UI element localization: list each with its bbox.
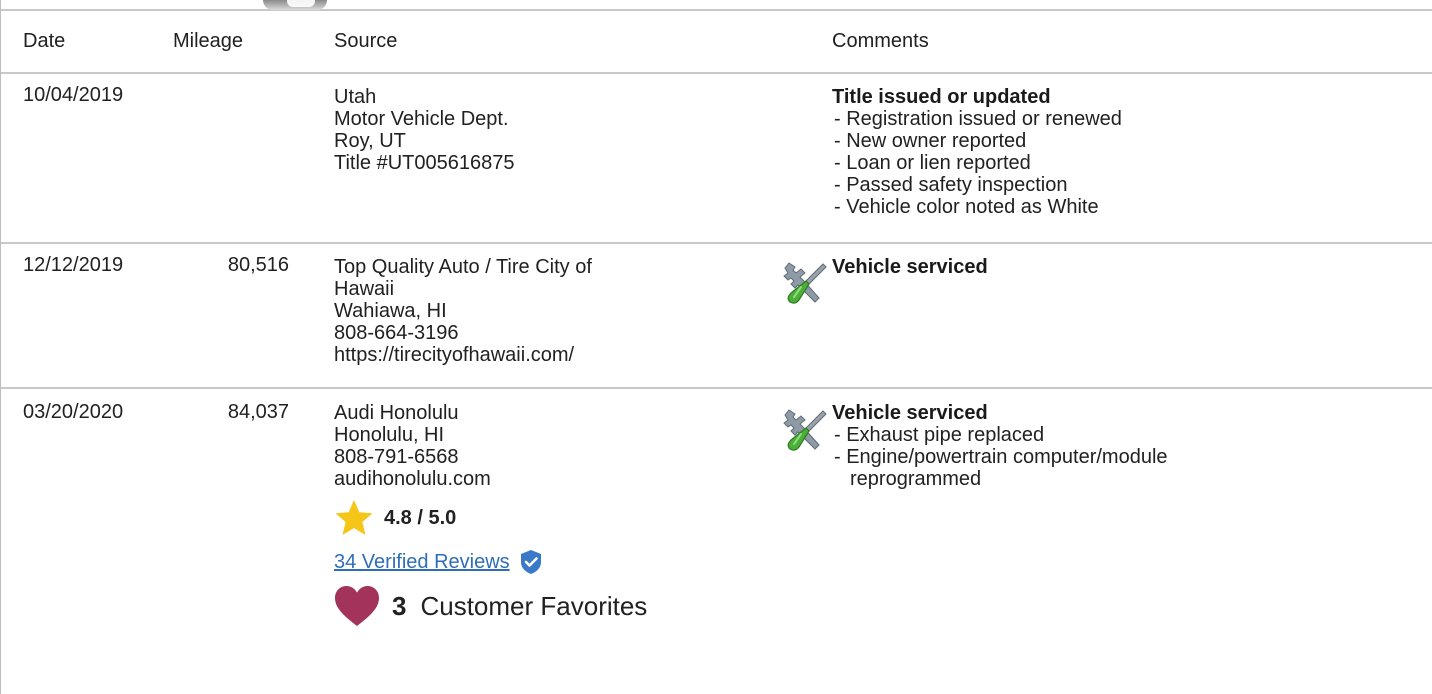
table-row: 03/20/2020 84,037 Audi Honolulu Honolulu… xyxy=(1,389,1432,694)
row-source: Top Quality Auto / Tire City of Hawaii W… xyxy=(334,256,734,366)
source-line: Hawaii xyxy=(334,278,395,300)
heart-icon xyxy=(335,586,379,626)
reviews-row: 34 Verified Reviews xyxy=(334,548,734,576)
favorites-label: Customer Favorites xyxy=(420,591,648,621)
source-line: Title #UT005616875 xyxy=(334,152,515,174)
comment-item: - Passed safety inspection xyxy=(834,174,1068,196)
wrench-screwdriver-icon xyxy=(783,262,827,304)
row-source: Utah Motor Vehicle Dept. Roy, UT Title #… xyxy=(334,86,734,174)
source-line: Audi Honolulu xyxy=(334,402,459,424)
comment-item: - Registration issued or renewed xyxy=(834,108,1122,130)
row-comments: Title issued or updated - Registration i… xyxy=(832,86,1392,218)
table-row: 10/04/2019 Utah Motor Vehicle Dept. Roy,… xyxy=(1,74,1432,244)
header-mileage: Mileage xyxy=(173,30,244,52)
row-mileage: 84,037 xyxy=(227,401,289,423)
source-line: 808-664-3196 xyxy=(334,322,459,344)
comment-item: reprogrammed xyxy=(850,468,982,490)
row-date: 10/04/2019 xyxy=(23,84,124,106)
source-line: Utah xyxy=(334,86,377,108)
vehicle-history-panel: Date Mileage Source Comments 10/04/2019 … xyxy=(0,0,1432,694)
table-header: Date Mileage Source Comments xyxy=(1,11,1432,74)
comment-item: - Engine/powertrain computer/module xyxy=(834,446,1168,468)
comment-list: - Exhaust pipe replaced - Engine/powertr… xyxy=(832,424,1392,490)
row-mileage: 80,516 xyxy=(227,254,289,276)
source-line: Motor Vehicle Dept. xyxy=(334,108,509,130)
top-strip xyxy=(1,0,1432,11)
verified-badge-icon xyxy=(520,550,541,574)
header-date: Date xyxy=(23,30,66,52)
customer-favorites: 3 Customer Favorites xyxy=(334,582,734,630)
comment-title: Vehicle serviced xyxy=(832,256,988,278)
verified-reviews-link[interactable]: 34 Verified Reviews xyxy=(334,551,510,573)
table-row: 12/12/2019 80,516 Top Quality Auto / Tir… xyxy=(1,244,1432,389)
source-line: Wahiawa, HI xyxy=(334,300,447,322)
rating-score: 4.8 / 5.0 xyxy=(384,507,457,529)
comment-title: Title issued or updated xyxy=(832,86,1051,108)
comment-item: - Exhaust pipe replaced xyxy=(834,424,1045,446)
star-icon xyxy=(335,500,373,535)
comment-title: Vehicle serviced xyxy=(832,402,988,424)
vehicle-thumbnail xyxy=(263,0,327,10)
source-line: 808-791-6568 xyxy=(334,446,459,468)
row-date: 03/20/2020 xyxy=(23,401,124,423)
row-comments: Vehicle serviced xyxy=(832,256,1392,278)
comment-item: - Loan or lien reported xyxy=(834,152,1031,174)
source-line: Top Quality Auto / Tire City of xyxy=(334,256,592,278)
source-line: audihonolulu.com xyxy=(334,468,491,490)
source-line: Roy, UT xyxy=(334,130,406,152)
dealer-rating: 4.8 / 5.0 xyxy=(334,498,734,538)
row-date: 12/12/2019 xyxy=(23,254,124,276)
source-line: https://tirecityofhawaii.com/ xyxy=(334,344,575,366)
comment-item: - Vehicle color noted as White xyxy=(834,196,1099,218)
comment-item: - New owner reported xyxy=(834,130,1027,152)
favorites-count: 3 xyxy=(392,591,407,621)
row-source: Audi Honolulu Honolulu, HI 808-791-6568 … xyxy=(334,402,734,630)
wrench-screwdriver-icon xyxy=(783,409,827,451)
row-comments: Vehicle serviced - Exhaust pipe replaced… xyxy=(832,402,1392,490)
comment-list: - Registration issued or renewed - New o… xyxy=(832,108,1392,218)
source-line: Honolulu, HI xyxy=(334,424,445,446)
header-comments: Comments xyxy=(832,30,929,52)
header-source: Source xyxy=(334,30,398,52)
